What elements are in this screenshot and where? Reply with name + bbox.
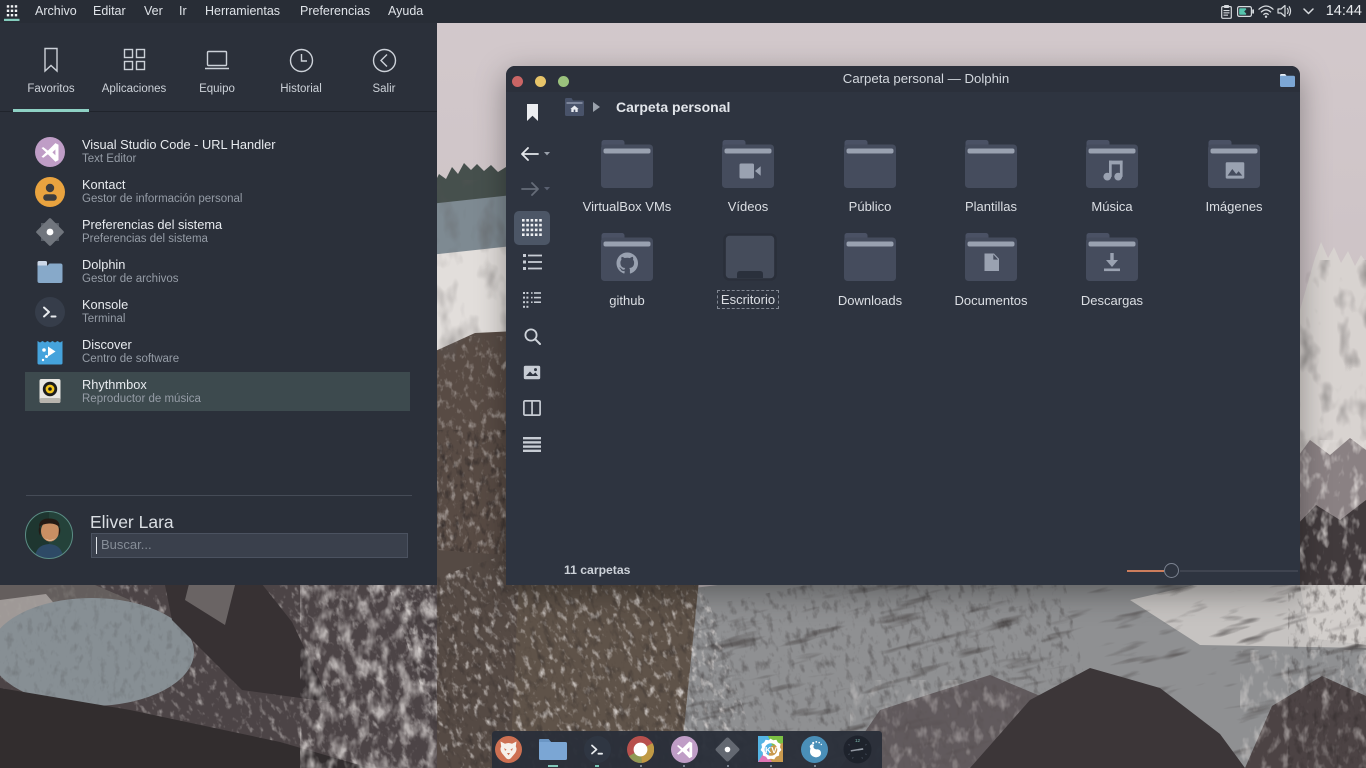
svg-text:KV: KV [765,745,777,755]
svg-text:12: 12 [855,738,861,743]
